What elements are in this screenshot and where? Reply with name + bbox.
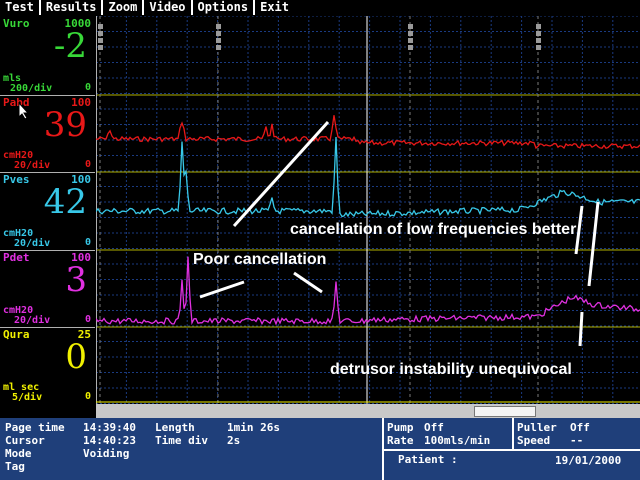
event-marker-tick [536, 24, 541, 29]
channel-pabd: Pabd 100 39 cmH20 20/div 0 [0, 95, 95, 173]
puller-label: Puller [517, 421, 557, 434]
status-divider-2 [512, 418, 514, 450]
event-marker-tick [408, 45, 413, 50]
scroll-thumb[interactable] [474, 406, 536, 417]
speed-label: Speed [517, 434, 551, 447]
channel-zero: 0 [84, 159, 91, 170]
channel-qura: Qura 25 0 ml sec 5/div 0 [0, 327, 95, 403]
channel-value: 0 [65, 337, 87, 377]
event-marker-tick [536, 45, 541, 50]
page-time-label: Page time [5, 421, 65, 434]
channel-scale: 20/div [14, 315, 51, 326]
mode-label: Mode [5, 447, 32, 460]
annotation-detrusor-instability: detrusor instability unequivocal [330, 361, 572, 378]
pointer-line-detrusor [578, 311, 584, 347]
puller-value: Off [570, 421, 590, 434]
patient-label: Patient : [398, 453, 458, 466]
mode-value: Voiding [83, 447, 130, 460]
speed-value: -- [570, 434, 584, 447]
tag-label: Tag [5, 460, 25, 473]
page-time-value: 14:39:40 [83, 421, 136, 434]
channel-value: 42 [43, 182, 87, 222]
event-marker-tick [408, 31, 413, 36]
event-marker-tick [98, 24, 103, 29]
rate-value: 100mls/min [424, 434, 491, 447]
event-marker-tick [408, 38, 413, 43]
event-marker-tick [216, 31, 221, 36]
menu-bar: Test Results Zoom Video Options Exit [0, 0, 640, 16]
event-marker-tick [98, 45, 103, 50]
event-marker-tick [216, 24, 221, 29]
annotation-poor-cancellation: Poor cancellation [193, 251, 327, 268]
date-value: 19/01/2000 [555, 454, 622, 467]
channel-zero: 0 [84, 391, 91, 402]
channel-scale: 200/div [10, 83, 53, 94]
channel-value: 39 [43, 105, 87, 145]
event-marker-tick [536, 38, 541, 43]
channel-value: -2 [53, 26, 87, 66]
menu-options[interactable]: Options [193, 0, 256, 15]
time-div-label: Time div [155, 434, 208, 447]
channel-name: Pdet [3, 251, 30, 264]
length-label: Length [155, 421, 195, 434]
channel-pves: Pves 100 42 cmH20 20/div 0 [0, 172, 95, 251]
cursor-label: Cursor [5, 434, 45, 447]
status-panel: Page time 14:39:40 Length 1min 26s Curso… [0, 418, 640, 480]
event-marker-tick [216, 38, 221, 43]
channel-zero: 0 [84, 237, 91, 248]
length-value: 1min 26s [227, 421, 280, 434]
channel-pdet: Pdet 100 3 cmH20 20/div 0 [0, 250, 95, 328]
channel-vuro: Vuro 1000 -2 mls 200/div 0 [0, 16, 95, 96]
trace-chart[interactable] [96, 16, 640, 404]
pump-value: Off [424, 421, 444, 434]
menu-video[interactable]: Video [144, 0, 193, 15]
menu-zoom[interactable]: Zoom [103, 0, 145, 15]
channel-panel: Vuro 1000 -2 mls 200/div 0 Pabd 100 39 c… [0, 16, 96, 404]
event-marker-tick [408, 24, 413, 29]
menu-test[interactable]: Test [0, 0, 41, 15]
channel-scale: 5/div [12, 392, 43, 403]
time-div-value: 2s [227, 434, 241, 447]
channel-zero: 0 [84, 82, 91, 93]
channel-value: 3 [65, 260, 87, 300]
menu-results[interactable]: Results [41, 0, 104, 15]
event-marker-tick [216, 45, 221, 50]
menu-exit[interactable]: Exit [255, 0, 294, 15]
cursor-value: 14:40:23 [83, 434, 136, 447]
channel-scale: 20/div [14, 238, 51, 249]
rate-label: Rate [387, 434, 414, 447]
mouse-pointer-icon [18, 102, 30, 120]
status-divider-3 [382, 449, 640, 451]
event-marker-tick [98, 38, 103, 43]
channel-zero: 0 [84, 314, 91, 325]
pump-label: Pump [387, 421, 414, 434]
channel-name: Vuro [3, 17, 30, 30]
time-scrollbar[interactable] [96, 404, 640, 418]
event-marker-tick [536, 31, 541, 36]
event-marker-tick [98, 31, 103, 36]
annotation-low-frequencies: cancellation of low frequencies better [290, 221, 577, 238]
channel-name: Qura [3, 328, 30, 341]
channel-scale: 20/div [14, 160, 51, 171]
channel-name: Pves [3, 173, 30, 186]
